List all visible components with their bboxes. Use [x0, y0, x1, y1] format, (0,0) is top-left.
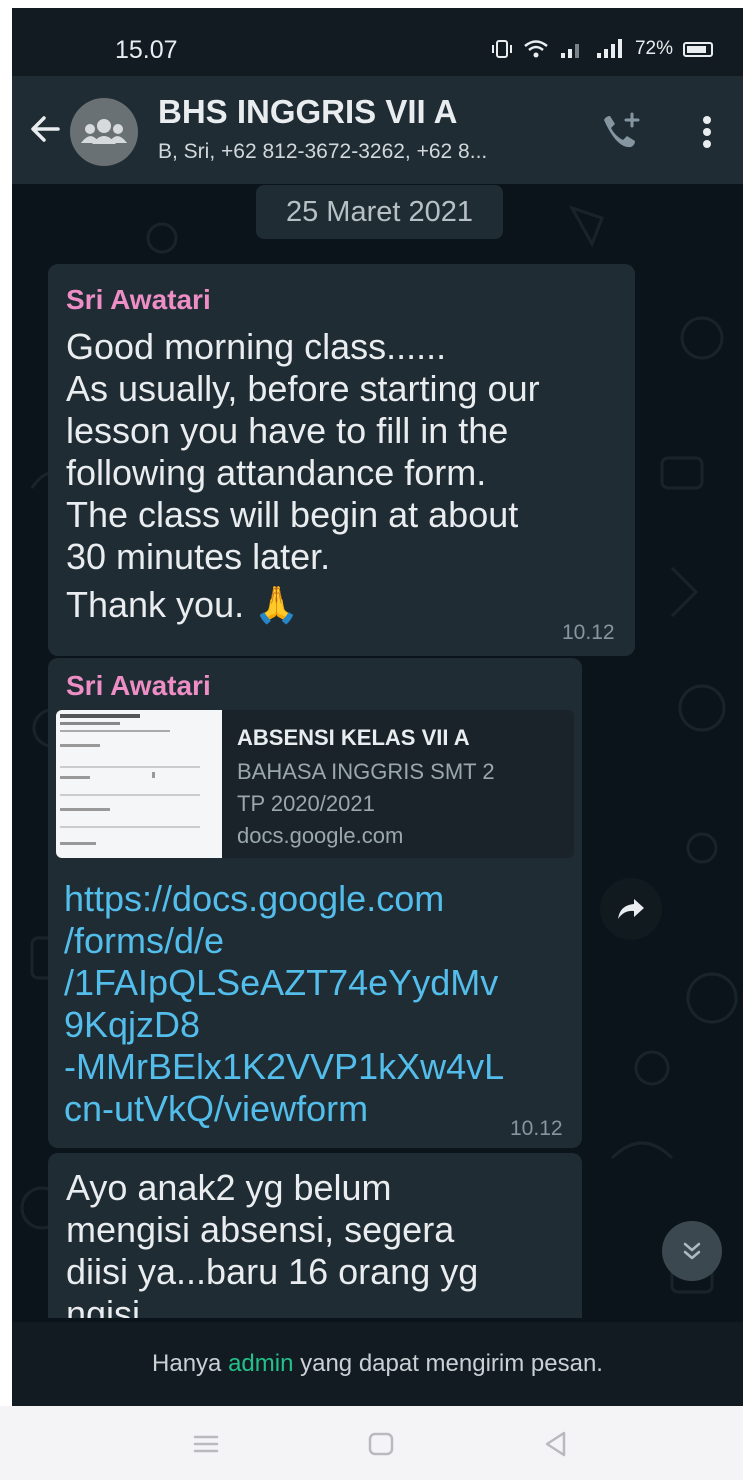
message-text: Good morning class...... As usually, bef…	[66, 326, 540, 626]
group-avatar-icon[interactable]	[70, 98, 138, 166]
signal-icon-1	[560, 44, 579, 58]
link-line[interactable]: -MMrBElx1K2VVP1kXw4vL	[64, 1046, 504, 1088]
notice-suffix: yang dapat mengirim pesan.	[300, 1350, 603, 1377]
preview-title: ABSENSI KELAS VII A	[237, 725, 470, 750]
battery-percent: 72%	[634, 38, 673, 59]
link-line[interactable]: /forms/d/e	[64, 920, 504, 962]
message-time: 10.12	[510, 1117, 563, 1140]
admin-only-notice: Hanya admin yang dapat mengirim pesan.	[12, 1322, 743, 1406]
chat-participants[interactable]: B, Sri, +62 812-3672-3262, +62 8...	[158, 140, 487, 164]
arrow-left-icon[interactable]	[28, 112, 62, 146]
message-line: As usually, before starting our	[66, 368, 540, 409]
chat-title[interactable]: BHS INGGRIS VII A	[158, 93, 457, 131]
more-vertical-icon[interactable]	[692, 112, 722, 152]
message-line: Good morning class......	[66, 326, 447, 367]
message-line: following attandance form.	[66, 452, 487, 493]
link-line[interactable]: cn-utVkQ/viewform	[64, 1088, 504, 1130]
message-line: Thank you. 🙏	[66, 584, 299, 625]
notice-prefix: Hanya	[152, 1350, 222, 1377]
vibrate-icon	[491, 40, 512, 58]
preview-description: BAHASA INGGRIS SMT 2	[237, 759, 495, 784]
message-text: Ayo anak2 yg belum mengisi absensi, sege…	[66, 1167, 478, 1318]
chat-header: BHS INGGRIS VII A B, Sri, +62 812-3672-3…	[12, 76, 743, 184]
message-line: Ayo anak2 yg belum	[66, 1167, 392, 1208]
add-call-icon[interactable]	[598, 112, 642, 152]
preview-thumbnail	[56, 710, 222, 858]
notice-admin: admin	[228, 1350, 294, 1377]
signal-icon-2	[596, 39, 622, 58]
preview-description: TP 2020/2021	[237, 791, 375, 816]
status-icons: 72%	[491, 38, 713, 60]
message-line: The class will begin at about	[66, 494, 519, 535]
status-time: 15.07	[115, 36, 178, 64]
message-time: 10.12	[562, 621, 615, 644]
chevron-double-down-icon[interactable]	[662, 1221, 722, 1281]
message-sender: Sri Awatari	[66, 670, 211, 701]
message-bubble[interactable]: Sri Awatari ABSENSI KELAS VII A BAHASA I…	[48, 658, 582, 1148]
system-nav-bar	[0, 1406, 743, 1480]
message-line: mengisi absensi, segera	[66, 1209, 455, 1250]
message-line: diisi ya...baru 16 orang yg	[66, 1251, 479, 1292]
wifi-icon	[524, 40, 548, 58]
message-line: ngisi	[66, 1293, 141, 1318]
recent-apps-icon[interactable]	[186, 1424, 226, 1464]
form-link[interactable]: https://docs.google.com /forms/d/e /1FAI…	[64, 878, 504, 1130]
home-icon[interactable]	[361, 1424, 401, 1464]
message-bubble[interactable]: Ayo anak2 yg belum mengisi absensi, sege…	[48, 1153, 582, 1318]
link-line[interactable]: https://docs.google.com	[64, 878, 504, 920]
message-line: lesson you have to fill in the	[66, 410, 509, 451]
message-sender: Sri Awatari	[66, 284, 211, 315]
back-nav-icon[interactable]	[536, 1424, 576, 1464]
link-preview-card[interactable]: ABSENSI KELAS VII A BAHASA INGGRIS SMT 2…	[56, 710, 574, 858]
forward-icon[interactable]	[600, 878, 662, 940]
preview-domain: docs.google.com	[237, 823, 404, 848]
battery-icon	[683, 41, 713, 57]
message-bubble[interactable]: Sri Awatari Good morning class...... As …	[48, 264, 635, 656]
link-line[interactable]: 9KqjzD8	[64, 1004, 504, 1046]
phone-screen: 15.07 72% BHS INGGRIS VII A B, Sri, +62 …	[12, 8, 743, 1406]
date-chip: 25 Maret 2021	[256, 185, 503, 239]
status-bar: 15.07 72%	[12, 8, 743, 76]
message-line: 30 minutes later.	[66, 536, 331, 577]
link-line[interactable]: /1FAIpQLSeAZT74eYydMv	[64, 962, 504, 1004]
